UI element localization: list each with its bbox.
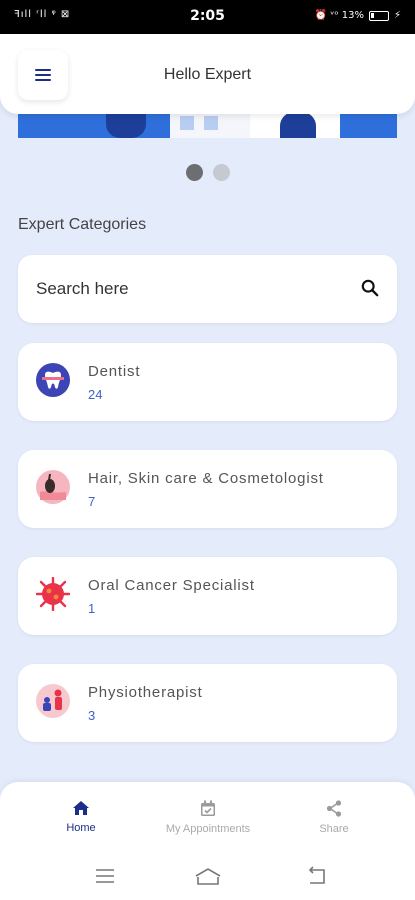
category-count: 3	[88, 708, 96, 723]
search-input[interactable]	[36, 275, 356, 303]
category-name: Hair, Skin care & Cosmetologist	[88, 470, 324, 487]
tooth-icon	[36, 363, 70, 397]
battery-icon	[368, 10, 389, 21]
category-count: 7	[88, 494, 96, 509]
virus-cell-icon	[36, 577, 70, 611]
back-icon[interactable]	[306, 866, 328, 886]
calendar-check-icon	[201, 800, 215, 816]
category-name: Oral Cancer Specialist	[88, 577, 255, 594]
nav-share-label: Share	[319, 823, 349, 835]
physiotherapy-icon	[36, 684, 70, 718]
nav-home[interactable]: Home	[26, 800, 136, 834]
charging-icon: ⚡	[393, 10, 401, 21]
section-title: Expert Categories	[18, 216, 147, 233]
nav-home-label: Home	[66, 822, 96, 834]
hair-follicle-icon	[36, 470, 70, 504]
page-title: Hello Expert	[163, 66, 252, 83]
home-system-icon[interactable]	[194, 866, 222, 886]
category-card-dentist[interactable]: Dentist 24	[18, 343, 397, 421]
home-icon	[73, 801, 89, 815]
category-count: 1	[88, 601, 96, 616]
system-navigation-bar	[0, 854, 415, 900]
nav-my-appointments-label: My Appointments	[165, 823, 251, 835]
carousel-dot-2[interactable]	[213, 164, 230, 181]
category-card-oral-cancer[interactable]: Oral Cancer Specialist 1	[18, 557, 397, 635]
category-count: 24	[88, 387, 103, 402]
app-header: Hello Expert	[0, 34, 415, 114]
search-box	[18, 255, 397, 323]
recent-apps-icon[interactable]	[94, 866, 116, 886]
category-card-physiotherapist[interactable]: Physiotherapist 3	[18, 664, 397, 742]
nav-share[interactable]: Share	[279, 800, 389, 835]
bottom-navigation: Home My Appointments Share	[0, 782, 415, 854]
search-icon[interactable]	[361, 279, 379, 297]
status-bar: ꟻıll ʳll ᵠ ⊠ 2:05 ⏰ ᵛᵒ 13% ⚡	[0, 0, 415, 34]
category-name: Dentist	[88, 363, 141, 380]
nav-my-appointments[interactable]: My Appointments	[153, 800, 263, 835]
category-card-hair-skin[interactable]: Hair, Skin care & Cosmetologist 7	[18, 450, 397, 528]
status-right-indicators: ⏰ ᵛᵒ 13% ⚡	[315, 10, 401, 21]
status-icons-text: ⏰ ᵛᵒ 13%	[314, 10, 364, 21]
share-icon	[326, 800, 342, 817]
category-name: Physiotherapist	[88, 684, 203, 701]
carousel-dot-1[interactable]	[186, 164, 203, 181]
carousel-pagination	[186, 164, 230, 181]
